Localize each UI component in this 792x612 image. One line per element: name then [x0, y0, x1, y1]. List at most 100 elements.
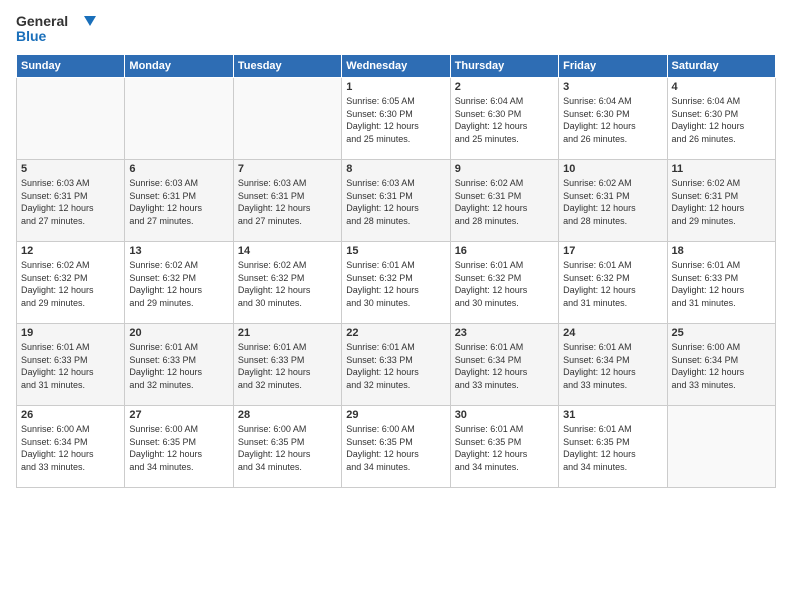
calendar-week-row: 1Sunrise: 6:05 AM Sunset: 6:30 PM Daylig…: [17, 78, 776, 160]
day-header-monday: Monday: [125, 55, 233, 78]
calendar-week-row: 12 Sunrise: 6:02 AM Sunset: 6:32 PM Dayli…: [17, 242, 776, 324]
calendar-cell: 24Sunrise: 6:01 AM Sunset: 6:34 PM Dayli…: [559, 324, 667, 406]
day-info: Sunrise: 6:00 AM Sunset: 6:35 PM Dayligh…: [346, 423, 445, 473]
day-number: 23: [455, 327, 554, 339]
calendar-week-row: 5 Sunrise: 6:03 AM Sunset: 6:31 PM Daylig…: [17, 160, 776, 242]
calendar-cell: 12 Sunrise: 6:02 AM Sunset: 6:32 PM Dayli…: [17, 242, 125, 324]
day-info: Sunrise: 6:03 AM Sunset: 6:31 PM Dayligh…: [346, 177, 445, 227]
calendar-cell: 27Sunrise: 6:00 AM Sunset: 6:35 PM Dayli…: [125, 406, 233, 488]
calendar-cell: 2 Sunrise: 6:04 AM Sunset: 6:30 PM Daylig…: [450, 78, 558, 160]
day-info: Sunrise: 6:03 AM Sunset: 6:31 PM Dayligh…: [238, 177, 337, 227]
calendar-cell: 19 Sunrise: 6:01 AM Sunset: 6:33 PM Dayli…: [17, 324, 125, 406]
day-info: Sunrise: 6:01 AM Sunset: 6:33 PM Dayligh…: [238, 341, 337, 391]
day-number: 15: [346, 245, 445, 257]
calendar-header-row: SundayMondayTuesdayWednesdayThursdayFrid…: [17, 55, 776, 78]
calendar-cell: 21 Sunrise: 6:01 AM Sunset: 6:33 PM Dayli…: [233, 324, 341, 406]
calendar-cell: [125, 78, 233, 160]
day-number: 28: [238, 409, 337, 421]
day-number: 22: [346, 327, 445, 339]
day-number: 13: [129, 245, 228, 257]
day-number: 27: [129, 409, 228, 421]
day-info: Sunrise: 6:01 AM Sunset: 6:33 PM Dayligh…: [672, 259, 771, 309]
day-info: Sunrise: 6:01 AM Sunset: 6:33 PM Dayligh…: [346, 341, 445, 391]
day-info: Sunrise: 6:01 AM Sunset: 6:35 PM Dayligh…: [563, 423, 662, 473]
day-info: Sunrise: 6:02 AM Sunset: 6:31 PM Dayligh…: [455, 177, 554, 227]
day-info: Sunrise: 6:04 AM Sunset: 6:30 PM Dayligh…: [672, 95, 771, 145]
day-info: Sunrise: 6:00 AM Sunset: 6:34 PM Dayligh…: [21, 423, 120, 473]
calendar-cell: 28 Sunrise: 6:00 AM Sunset: 6:35 PM Dayli…: [233, 406, 341, 488]
day-number: 10: [563, 163, 662, 175]
day-info: Sunrise: 6:03 AM Sunset: 6:31 PM Dayligh…: [21, 177, 120, 227]
generalblue-logo: GeneralBlue: [16, 12, 106, 48]
day-info: Sunrise: 6:01 AM Sunset: 6:35 PM Dayligh…: [455, 423, 554, 473]
calendar-cell: 29 Sunrise: 6:00 AM Sunset: 6:35 PM Dayli…: [342, 406, 450, 488]
day-number: 4: [672, 81, 771, 93]
day-number: 6: [129, 163, 228, 175]
day-header-saturday: Saturday: [667, 55, 775, 78]
day-info: Sunrise: 6:02 AM Sunset: 6:31 PM Dayligh…: [672, 177, 771, 227]
day-number: 24: [563, 327, 662, 339]
calendar-cell: 14 Sunrise: 6:02 AM Sunset: 6:32 PM Dayli…: [233, 242, 341, 324]
day-number: 31: [563, 409, 662, 421]
day-info: Sunrise: 6:00 AM Sunset: 6:34 PM Dayligh…: [672, 341, 771, 391]
calendar-cell: 13 Sunrise: 6:02 AM Sunset: 6:32 PM Dayli…: [125, 242, 233, 324]
day-number: 3: [563, 81, 662, 93]
day-number: 5: [21, 163, 120, 175]
day-number: 12: [21, 245, 120, 257]
day-info: Sunrise: 6:01 AM Sunset: 6:33 PM Dayligh…: [129, 341, 228, 391]
day-number: 20: [129, 327, 228, 339]
calendar-cell: 26Sunrise: 6:00 AM Sunset: 6:34 PM Dayli…: [17, 406, 125, 488]
day-number: 14: [238, 245, 337, 257]
day-number: 11: [672, 163, 771, 175]
day-number: 19: [21, 327, 120, 339]
day-info: Sunrise: 6:02 AM Sunset: 6:32 PM Dayligh…: [21, 259, 120, 309]
day-header-thursday: Thursday: [450, 55, 558, 78]
day-number: 16: [455, 245, 554, 257]
calendar-cell: 4 Sunrise: 6:04 AM Sunset: 6:30 PM Daylig…: [667, 78, 775, 160]
calendar-cell: 10 Sunrise: 6:02 AM Sunset: 6:31 PM Dayli…: [559, 160, 667, 242]
calendar-cell: 30 Sunrise: 6:01 AM Sunset: 6:35 PM Dayli…: [450, 406, 558, 488]
day-info: Sunrise: 6:05 AM Sunset: 6:30 PM Dayligh…: [346, 95, 445, 145]
svg-text:Blue: Blue: [16, 28, 47, 44]
day-number: 8: [346, 163, 445, 175]
calendar-cell: 16 Sunrise: 6:01 AM Sunset: 6:32 PM Dayli…: [450, 242, 558, 324]
calendar-cell: 22 Sunrise: 6:01 AM Sunset: 6:33 PM Dayli…: [342, 324, 450, 406]
day-number: 25: [672, 327, 771, 339]
day-number: 17: [563, 245, 662, 257]
day-info: Sunrise: 6:02 AM Sunset: 6:32 PM Dayligh…: [129, 259, 228, 309]
day-info: Sunrise: 6:01 AM Sunset: 6:32 PM Dayligh…: [455, 259, 554, 309]
calendar-cell: 15Sunrise: 6:01 AM Sunset: 6:32 PM Dayli…: [342, 242, 450, 324]
day-number: 2: [455, 81, 554, 93]
day-number: 9: [455, 163, 554, 175]
calendar-cell: 6 Sunrise: 6:03 AM Sunset: 6:31 PM Daylig…: [125, 160, 233, 242]
day-info: Sunrise: 6:02 AM Sunset: 6:31 PM Dayligh…: [563, 177, 662, 227]
header: GeneralBlue: [16, 12, 776, 48]
day-number: 30: [455, 409, 554, 421]
day-header-wednesday: Wednesday: [342, 55, 450, 78]
day-header-sunday: Sunday: [17, 55, 125, 78]
day-number: 21: [238, 327, 337, 339]
calendar-cell: 3 Sunrise: 6:04 AM Sunset: 6:30 PM Daylig…: [559, 78, 667, 160]
calendar-cell: 25 Sunrise: 6:00 AM Sunset: 6:34 PM Dayli…: [667, 324, 775, 406]
day-number: 18: [672, 245, 771, 257]
day-info: Sunrise: 6:04 AM Sunset: 6:30 PM Dayligh…: [563, 95, 662, 145]
calendar-cell: 9 Sunrise: 6:02 AM Sunset: 6:31 PM Daylig…: [450, 160, 558, 242]
day-number: 7: [238, 163, 337, 175]
day-info: Sunrise: 6:00 AM Sunset: 6:35 PM Dayligh…: [238, 423, 337, 473]
day-info: Sunrise: 6:01 AM Sunset: 6:33 PM Dayligh…: [21, 341, 120, 391]
logo: GeneralBlue: [16, 12, 106, 48]
day-number: 29: [346, 409, 445, 421]
main-container: GeneralBlue SundayMondayTuesdayWednesday…: [0, 0, 792, 496]
calendar-cell: 23 Sunrise: 6:01 AM Sunset: 6:34 PM Dayli…: [450, 324, 558, 406]
calendar-cell: 31 Sunrise: 6:01 AM Sunset: 6:35 PM Dayli…: [559, 406, 667, 488]
day-info: Sunrise: 6:03 AM Sunset: 6:31 PM Dayligh…: [129, 177, 228, 227]
calendar-cell: 11 Sunrise: 6:02 AM Sunset: 6:31 PM Dayli…: [667, 160, 775, 242]
calendar-cell: 5 Sunrise: 6:03 AM Sunset: 6:31 PM Daylig…: [17, 160, 125, 242]
day-info: Sunrise: 6:04 AM Sunset: 6:30 PM Dayligh…: [455, 95, 554, 145]
day-info: Sunrise: 6:01 AM Sunset: 6:34 PM Dayligh…: [455, 341, 554, 391]
calendar-cell: 1Sunrise: 6:05 AM Sunset: 6:30 PM Daylig…: [342, 78, 450, 160]
day-info: Sunrise: 6:02 AM Sunset: 6:32 PM Dayligh…: [238, 259, 337, 309]
svg-text:General: General: [16, 13, 68, 29]
calendar-week-row: 19 Sunrise: 6:01 AM Sunset: 6:33 PM Dayli…: [17, 324, 776, 406]
calendar-week-row: 26Sunrise: 6:00 AM Sunset: 6:34 PM Dayli…: [17, 406, 776, 488]
